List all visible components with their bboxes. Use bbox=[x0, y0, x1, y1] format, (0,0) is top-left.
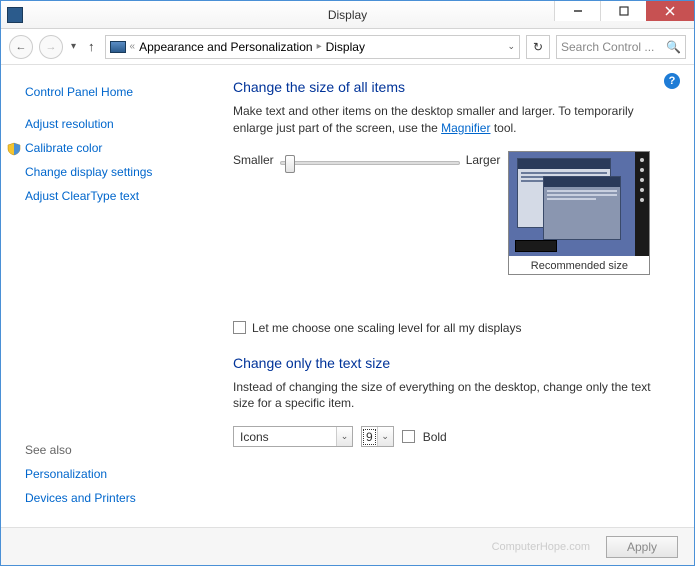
text-size-description: Instead of changing the size of everythi… bbox=[233, 379, 668, 413]
help-icon[interactable]: ? bbox=[664, 73, 680, 89]
control-panel-icon bbox=[110, 41, 126, 53]
see-also-section: See also Personalization Devices and Pri… bbox=[25, 443, 136, 515]
watermark: ComputerHope.com bbox=[492, 541, 590, 553]
content-area: Control Panel Home Adjust resolution Cal… bbox=[1, 65, 694, 527]
item-dropdown-value: Icons bbox=[234, 430, 275, 444]
search-icon: 🔍 bbox=[666, 40, 681, 54]
font-size-value: 9 bbox=[363, 429, 376, 445]
main-panel: ? Change the size of all items Make text… bbox=[211, 65, 694, 527]
preview-image bbox=[509, 152, 649, 256]
slider-larger-label: Larger bbox=[466, 153, 501, 167]
slider-labels: Smaller Larger bbox=[233, 151, 500, 167]
preview-box: Recommended size bbox=[508, 151, 650, 275]
breadcrumb-separator-icon: « bbox=[130, 41, 136, 52]
titlebar: Display bbox=[1, 1, 694, 29]
window-title: Display bbox=[328, 8, 367, 22]
app-icon bbox=[7, 7, 23, 23]
adjust-resolution-link[interactable]: Adjust resolution bbox=[25, 117, 203, 131]
preview-caption: Recommended size bbox=[509, 256, 649, 274]
magnifier-link[interactable]: Magnifier bbox=[441, 121, 490, 135]
maximize-button[interactable] bbox=[600, 1, 646, 21]
forward-button[interactable]: → bbox=[39, 35, 63, 59]
breadcrumb-item[interactable]: Appearance and Personalization bbox=[139, 40, 312, 54]
see-also-heading: See also bbox=[25, 443, 136, 457]
item-dropdown[interactable]: Icons ⌄ bbox=[233, 426, 353, 447]
slider-thumb[interactable] bbox=[285, 155, 295, 173]
toolbar: ← → ▾ ↑ « Appearance and Personalization… bbox=[1, 29, 694, 65]
bold-checkbox[interactable] bbox=[402, 430, 415, 443]
font-size-dropdown[interactable]: 9 ⌄ bbox=[361, 426, 394, 447]
address-bar[interactable]: « Appearance and Personalization ▸ Displ… bbox=[105, 35, 520, 59]
bold-label: Bold bbox=[423, 430, 447, 444]
size-heading: Change the size of all items bbox=[233, 79, 668, 95]
chevron-down-icon: ⌄ bbox=[336, 427, 352, 446]
bottom-bar: ComputerHope.com Apply bbox=[1, 527, 694, 565]
scaling-checkbox-row: Let me choose one scaling level for all … bbox=[233, 321, 668, 335]
scaling-slider-row: Smaller Larger Recommended size bbox=[233, 151, 668, 275]
control-panel-home-link[interactable]: Control Panel Home bbox=[25, 85, 203, 99]
slider-smaller-label: Smaller bbox=[233, 153, 274, 167]
search-placeholder: Search Control ... bbox=[561, 40, 654, 54]
refresh-button[interactable]: ↻ bbox=[526, 35, 550, 59]
close-button[interactable] bbox=[646, 1, 694, 21]
window-controls bbox=[554, 1, 694, 21]
devices-printers-link[interactable]: Devices and Printers bbox=[25, 491, 136, 505]
minimize-button[interactable] bbox=[554, 1, 600, 21]
apply-button[interactable]: Apply bbox=[606, 536, 678, 558]
back-button[interactable]: ← bbox=[9, 35, 33, 59]
text-size-heading: Change only the text size bbox=[233, 355, 668, 371]
sidebar: Control Panel Home Adjust resolution Cal… bbox=[1, 65, 211, 527]
address-dropdown-icon[interactable]: ⌄ bbox=[507, 41, 515, 52]
breadcrumb-separator-icon: ▸ bbox=[317, 41, 322, 52]
adjust-cleartype-link[interactable]: Adjust ClearType text bbox=[25, 189, 203, 203]
scaling-slider[interactable] bbox=[280, 161, 460, 165]
size-description: Make text and other items on the desktop… bbox=[233, 103, 668, 137]
up-button[interactable]: ↑ bbox=[84, 39, 99, 54]
shield-icon bbox=[7, 142, 21, 156]
recent-locations-dropdown[interactable]: ▾ bbox=[69, 41, 78, 52]
calibrate-color-link[interactable]: Calibrate color bbox=[25, 141, 203, 155]
one-scaling-label: Let me choose one scaling level for all … bbox=[252, 321, 521, 335]
one-scaling-checkbox[interactable] bbox=[233, 321, 246, 334]
personalization-link[interactable]: Personalization bbox=[25, 467, 136, 481]
chevron-down-icon: ⌄ bbox=[377, 427, 393, 446]
change-display-settings-link[interactable]: Change display settings bbox=[25, 165, 203, 179]
search-input[interactable]: Search Control ... 🔍 bbox=[556, 35, 686, 59]
breadcrumb-item[interactable]: Display bbox=[326, 40, 365, 54]
text-size-row: Icons ⌄ 9 ⌄ Bold bbox=[233, 426, 668, 447]
